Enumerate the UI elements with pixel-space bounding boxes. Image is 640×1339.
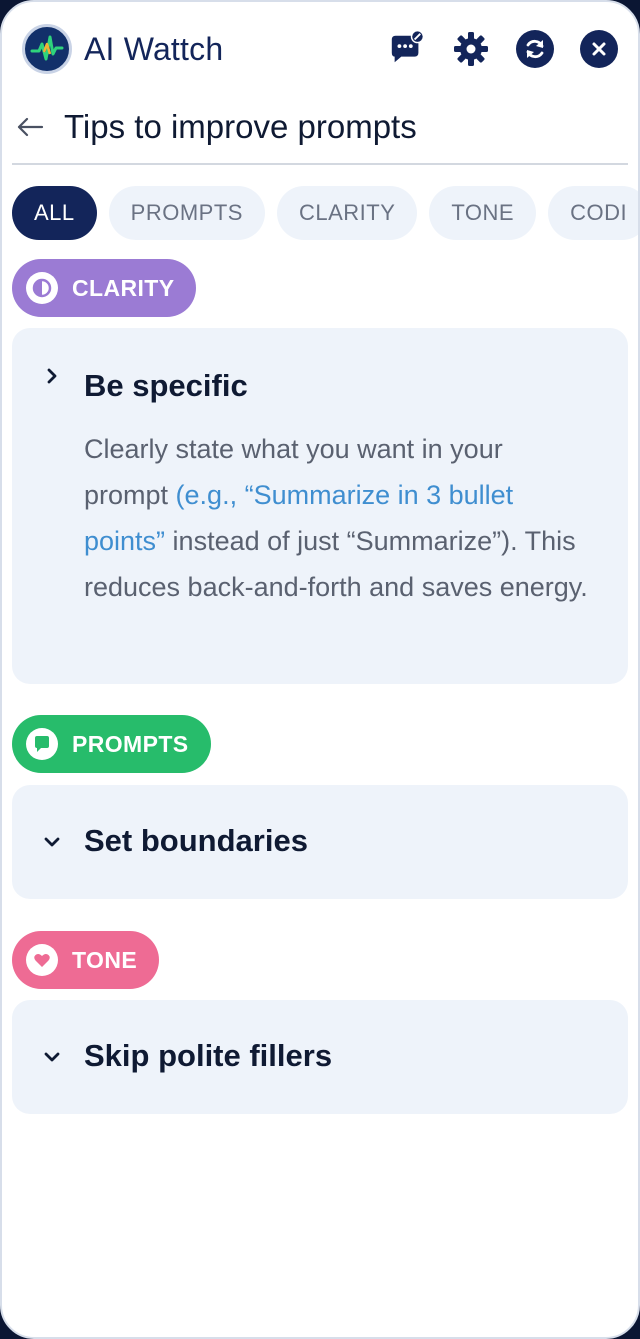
filter-chip-clarity[interactable]: CLARITY (276, 186, 418, 240)
refresh-button[interactable] (516, 30, 554, 68)
divider (12, 163, 628, 165)
filter-chip-all[interactable]: ALL (12, 186, 97, 240)
refresh-icon (526, 39, 544, 59)
feedback-button[interactable] (388, 30, 426, 68)
category-badge-label: PROMPTS (72, 730, 189, 757)
chat-edit-icon (391, 30, 425, 63)
tip-title: Be specific (84, 368, 248, 403)
tip-card-be-specific[interactable]: Be specific Clearly state what you want … (12, 328, 628, 684)
tip-title: Skip polite fillers (84, 1038, 333, 1073)
filter-chip-tone[interactable]: TONE (429, 186, 537, 240)
category-badge-label: CLARITY (72, 274, 175, 301)
page-title: Tips to improve prompts (64, 108, 417, 145)
category-badge-prompts: PROMPTS (12, 715, 211, 773)
tip-body: Clearly state what you want in your prom… (84, 434, 588, 602)
arrow-left-icon (17, 117, 44, 137)
gear-icon (454, 32, 488, 66)
header-actions (388, 30, 618, 68)
header: AI Wattch (22, 22, 618, 76)
filter-chip-prompts[interactable]: PROMPTS (108, 186, 265, 240)
back-button[interactable] (14, 111, 46, 143)
app-title: AI Wattch (84, 30, 224, 67)
heart-icon (26, 944, 58, 976)
settings-button[interactable] (452, 30, 490, 68)
close-icon (592, 42, 606, 56)
chat-bubble-icon (26, 728, 58, 760)
category-badge-tone: TONE (12, 931, 160, 989)
category-badge-label: TONE (72, 946, 138, 973)
tip-card-set-boundaries[interactable]: Set boundaries (12, 785, 628, 899)
chevron-down-icon[interactable] (42, 832, 62, 852)
chevron-down-icon[interactable] (42, 1047, 62, 1067)
ai-wattch-logo-icon (22, 24, 72, 74)
filter-chip-coding[interactable]: CODI (548, 186, 638, 240)
filter-chips: ALL PROMPTS CLARITY TONE CODI (12, 186, 638, 240)
tip-title: Set boundaries (84, 823, 308, 858)
category-badge-clarity: CLARITY (12, 259, 197, 317)
close-button[interactable] (580, 30, 618, 68)
chevron-right-icon[interactable] (42, 366, 62, 386)
tip-card-skip-polite-fillers[interactable]: Skip polite fillers (12, 1000, 628, 1114)
extension-panel: AI Wattch Tips to improve prompts ALL PR… (0, 0, 640, 1339)
contrast-icon (26, 272, 58, 304)
title-row: Tips to improve prompts (14, 102, 626, 152)
